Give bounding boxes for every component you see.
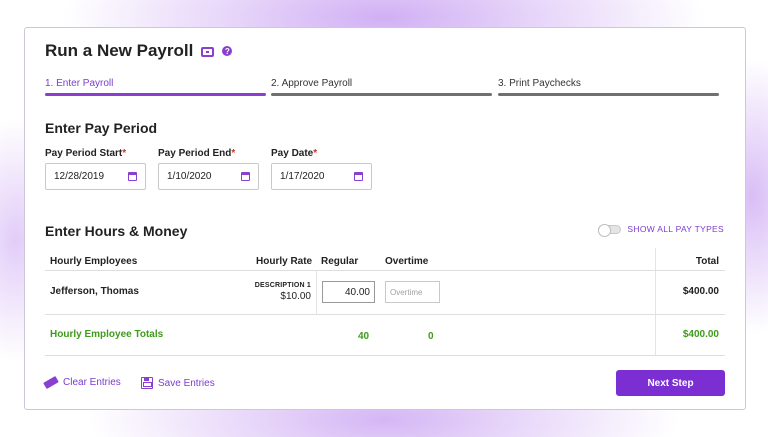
save-entries-button[interactable]: Save Entries [141, 377, 215, 389]
hourly-rate: $10.00 [280, 291, 311, 302]
column-header-overtime: Overtime [385, 256, 429, 267]
column-header-rate: Hourly Rate [256, 256, 313, 267]
overtime-hours-input[interactable]: Overtime [385, 281, 440, 303]
row-total: $400.00 [682, 286, 719, 297]
clear-entries-label[interactable]: Clear Entries [63, 377, 121, 388]
show-all-pay-types-toggle[interactable]: SHOW ALL PAY TYPES [598, 223, 724, 237]
pay-period-start-input[interactable]: 12/28/2019 [45, 163, 146, 190]
regular-hours-input[interactable]: 40.00 [322, 281, 375, 303]
hours-money-heading: Enter Hours & Money [45, 223, 188, 239]
title-row: Run a New Payroll ? [45, 41, 233, 61]
help-icon[interactable]: ? [222, 46, 233, 56]
column-header-employees: Hourly Employees [50, 256, 138, 267]
table-bottom-divider [45, 355, 725, 356]
step-approve-payroll[interactable]: 2. Approve Payroll [271, 78, 352, 89]
payroll-card: Run a New Payroll ? 1. Enter Payroll 2. … [24, 27, 746, 410]
pay-period-start-label: Pay Period Start* [45, 148, 127, 159]
totals-label: Hourly Employee Totals [50, 329, 164, 340]
step-approve-payroll-bar [271, 93, 492, 96]
row-divider [45, 314, 725, 315]
step-print-paychecks[interactable]: 3. Print Paychecks [498, 78, 581, 89]
show-all-pay-types-label[interactable]: SHOW ALL PAY TYPES [627, 224, 724, 234]
pay-date-label: Pay Date* [271, 148, 318, 159]
header-divider [45, 270, 725, 271]
rate-column-divider [316, 270, 317, 314]
required-mark: * [313, 148, 318, 159]
pay-period-end-input[interactable]: 1/10/2020 [158, 163, 259, 190]
total-column-divider [655, 248, 656, 356]
column-header-total: Total [695, 256, 719, 267]
pay-date-input[interactable]: 1/17/2020 [271, 163, 372, 190]
required-mark: * [231, 148, 236, 159]
clear-entries-button[interactable]: Clear Entries [43, 375, 121, 390]
totals-regular: 40 [358, 331, 370, 342]
step-print-paychecks-bar [498, 93, 719, 96]
eraser-icon [43, 375, 59, 390]
step-enter-payroll[interactable]: 1. Enter Payroll [45, 78, 113, 89]
column-header-regular: Regular [321, 256, 359, 267]
calendar-icon[interactable] [354, 172, 363, 181]
save-icon [141, 377, 153, 389]
rate-description: DESCRIPTION 1 [254, 282, 311, 289]
employee-name[interactable]: Jefferson, Thomas [50, 286, 139, 297]
pay-period-heading: Enter Pay Period [45, 120, 158, 136]
toggle-switch[interactable] [598, 223, 622, 237]
save-entries-label[interactable]: Save Entries [158, 378, 215, 389]
calendar-icon[interactable] [128, 172, 137, 181]
pay-period-end-label: Pay Period End* [158, 148, 236, 159]
page-title: Run a New Payroll [45, 41, 194, 60]
next-step-button[interactable]: Next Step [616, 370, 725, 396]
step-enter-payroll-bar [45, 93, 266, 96]
video-icon[interactable] [201, 47, 215, 57]
required-mark: * [122, 148, 127, 159]
calendar-icon[interactable] [241, 172, 250, 181]
totals-total: $400.00 [682, 329, 719, 340]
totals-overtime: 0 [428, 331, 434, 342]
